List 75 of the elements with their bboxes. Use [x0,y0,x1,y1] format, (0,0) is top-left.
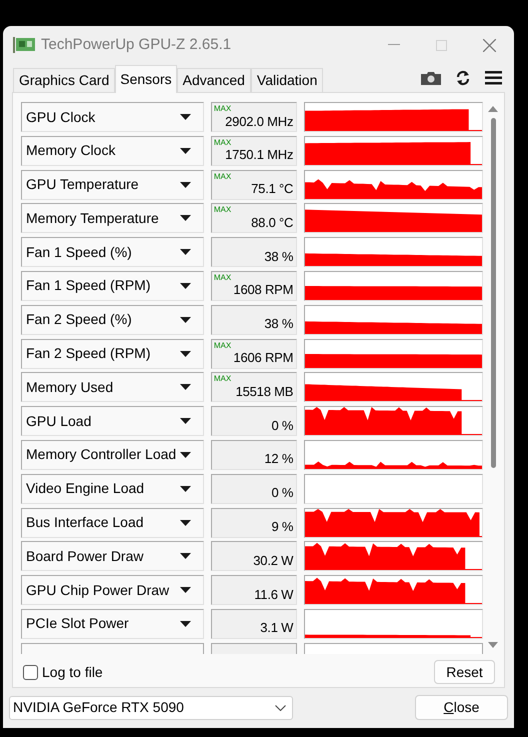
menu-icon[interactable] [485,71,502,85]
dropdown-caret-icon [180,587,191,594]
sensor-selector[interactable]: GPU Temperature [21,170,204,200]
window-title: TechPowerUp GPU-Z 2.65.1 [41,34,232,55]
scroll-up-icon[interactable] [488,106,498,112]
max-label: MAX [214,138,232,147]
sensor-reading: 15518 MB [236,384,294,400]
sensor-selector[interactable]: GPU Load [21,406,204,436]
dropdown-caret-icon [180,148,191,154]
sensor-reading: 9 % [271,519,294,536]
camera-icon[interactable] [421,71,441,85]
dropdown-caret-icon [180,114,191,120]
tab[interactable]: Validation [250,68,324,92]
dropdown-caret-icon [180,452,191,458]
reset-button[interactable]: Reset [434,660,495,684]
sensor-selector[interactable]: GPU Clock [21,102,204,132]
max-label: MAX [214,172,232,181]
sensor-reading: 0 % [271,418,294,434]
sensor-selector[interactable]: PCIe Slot Power [21,608,204,639]
scroll-down-icon[interactable] [488,642,498,648]
dropdown-caret-icon [180,282,191,289]
sensor-reading: 3.1 W [260,620,294,636]
sensor-selector[interactable]: Video Engine Load [21,474,204,504]
minimize-icon[interactable] [388,44,400,46]
dropdown-caret-icon [180,620,191,627]
dropdown-caret-icon [180,520,191,526]
sensor-reading: 88.0 °C [251,214,294,231]
close-button[interactable]: Close [415,695,508,720]
dropdown-caret-icon [180,316,191,323]
sensor-selector[interactable]: GPU Chip Power Draw [21,575,204,606]
sensor-selector[interactable]: Fan 2 Speed (%) [21,304,204,335]
max-label: MAX [214,272,232,282]
tab[interactable]: Advanced [176,68,251,92]
sensor-selector[interactable]: Bus Interface Load [21,508,204,538]
dropdown-caret-icon [180,182,191,188]
sensor-reading: 30.2 W [253,552,294,569]
log-checkbox[interactable] [23,664,38,680]
sensor-reading: 0 % [271,485,294,502]
sensor-selector[interactable]: Fan 2 Speed (RPM) [21,338,204,369]
tab[interactable]: Sensors [115,65,177,93]
max-label: MAX [214,205,232,214]
log-to-file-label[interactable]: Log to file [42,662,103,682]
device-dropdown[interactable]: NVIDIA GeForce RTX 5090 [9,696,293,720]
sensor-selector[interactable]: Memory Clock [21,136,204,166]
sensor-selector[interactable]: Fan 1 Speed (%) [21,237,204,268]
dropdown-caret-icon [180,215,191,222]
chevron-down-icon [275,704,286,710]
sensor-selector[interactable]: Memory Temperature [21,203,204,234]
dropdown-caret-icon [180,350,191,357]
dropdown-caret-icon [180,486,191,492]
sensor-reading: 1750.1 MHz [225,147,294,164]
sensor-selector[interactable]: Board Power Draw [21,541,204,572]
refresh-icon[interactable] [455,70,471,86]
sensor-reading: 12 % [264,451,294,468]
sensor-reading: 38 % [264,316,294,332]
sensor-selector[interactable]: Fan 1 Speed (RPM) [21,270,204,301]
max-label: MAX [214,374,232,384]
dropdown-caret-icon [180,553,191,560]
sensor-reading: 38 % [264,248,294,265]
sensor-selector[interactable]: Memory Used [21,372,204,402]
dropdown-caret-icon [180,384,191,390]
dropdown-caret-icon [180,418,191,424]
sensor-reading: 2902.0 MHz [225,114,294,130]
tab[interactable]: Graphics Card [13,68,116,92]
sensor-reading: 1608 RPM [233,282,294,298]
sensor-selector[interactable]: Memory Controller Load [21,440,204,470]
max-label: MAX [214,340,232,350]
sensor-reading: 1606 RPM [233,350,294,366]
sensor-reading: 11.6 W [254,586,294,603]
sensor-reading: 75.1 °C [251,181,294,198]
close-icon[interactable] [483,38,496,52]
max-label: MAX [214,104,232,113]
graphics-card-icon [13,37,35,53]
scrollbar-thumb[interactable] [490,118,496,468]
dropdown-caret-icon [180,249,191,256]
